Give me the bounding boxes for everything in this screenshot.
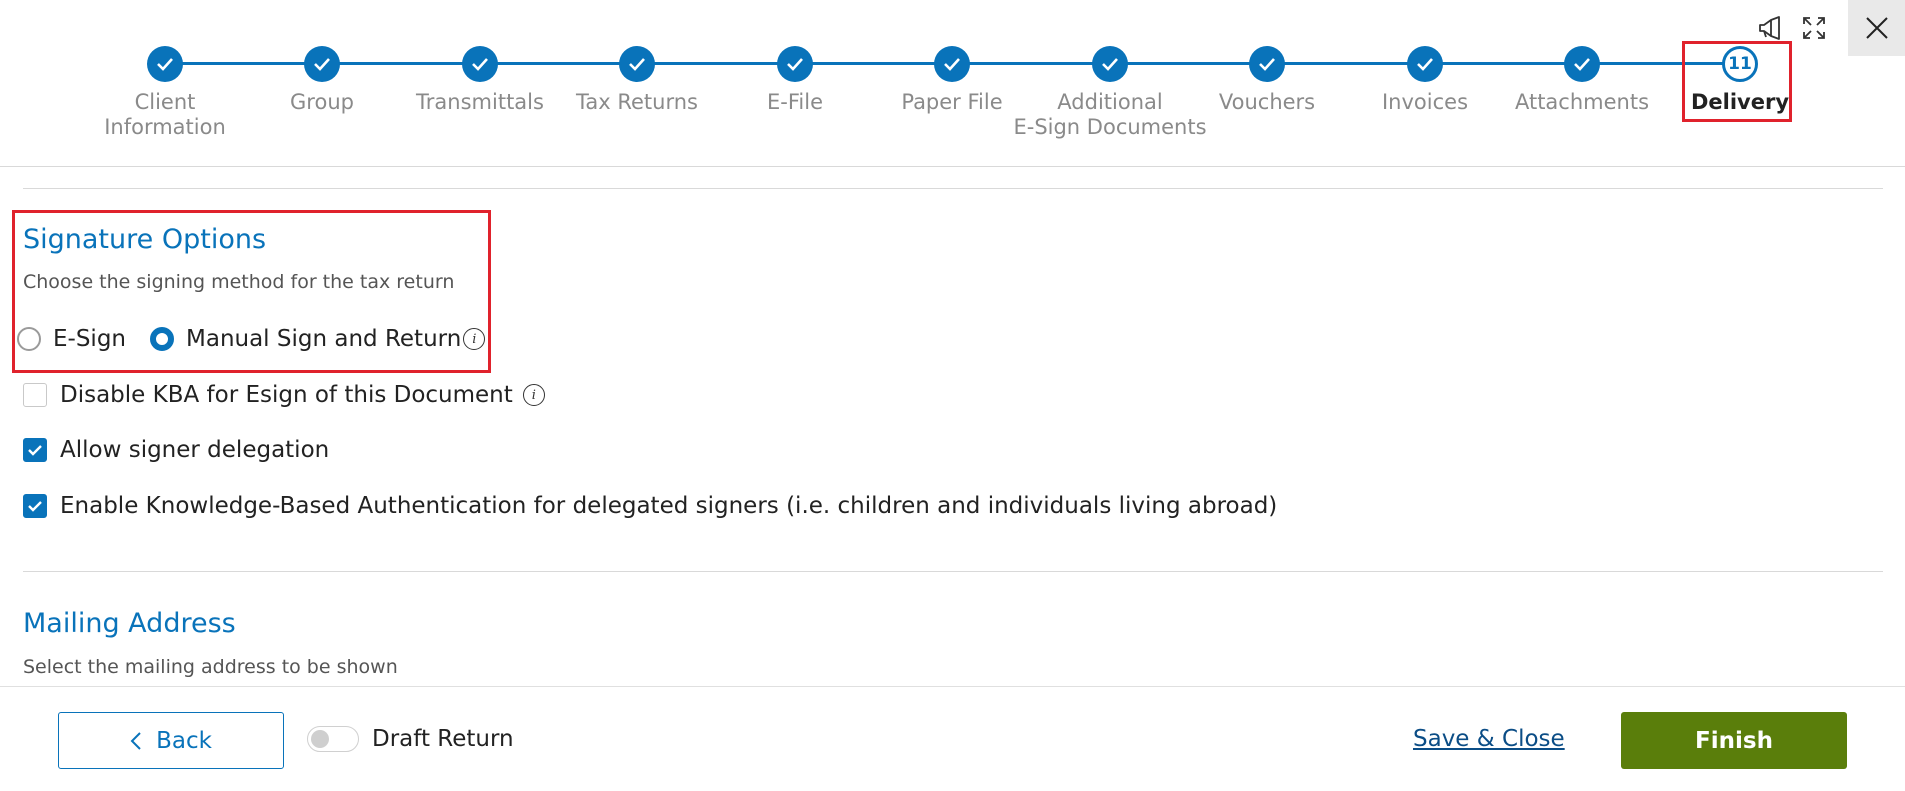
section-divider	[23, 571, 1883, 572]
info-icon[interactable]: i	[463, 328, 486, 350]
footer-bar	[0, 687, 1905, 791]
signing-method-radio-group: E-Sign Manual Sign and Return i	[17, 326, 486, 352]
megaphone-icon[interactable]	[1756, 14, 1784, 42]
checkmark-icon	[28, 501, 42, 512]
signer-delegation-row: Allow signer delegation	[23, 437, 329, 463]
disable-kba-row: Disable KBA for Esign of this Document i	[23, 382, 545, 408]
chevron-left-icon	[130, 731, 141, 750]
delegated-kba-checkbox[interactable]	[23, 494, 47, 518]
disable-kba-label: Disable KBA for Esign of this Document	[60, 382, 513, 408]
checkmark-icon	[28, 445, 42, 456]
signer-delegation-label: Allow signer delegation	[60, 437, 330, 463]
check-icon	[1092, 46, 1128, 82]
info-icon[interactable]: i	[522, 384, 545, 406]
wizard-stepper: Client Information Group Transmittals Tax…	[0, 44, 1905, 144]
step-number-badge: 11	[1722, 46, 1758, 82]
esign-radio[interactable]	[17, 327, 41, 351]
delegated-kba-row: Enable Knowledge-Based Authentication fo…	[23, 493, 1277, 519]
draft-return-label: Draft Return	[372, 726, 514, 752]
back-button-label: Back	[156, 727, 212, 754]
save-close-link[interactable]: Save & Close	[1413, 726, 1565, 752]
header-divider	[0, 166, 1905, 167]
delivery-page: Client Information Group Transmittals Tax…	[0, 0, 1905, 791]
expand-icon[interactable]	[1800, 14, 1828, 42]
check-icon	[147, 46, 183, 82]
check-icon	[1407, 46, 1443, 82]
draft-return-toggle[interactable]	[307, 726, 359, 752]
draft-return-toggle-group: Draft Return	[307, 726, 514, 752]
header-tools	[1756, 14, 1828, 42]
check-icon	[619, 46, 655, 82]
check-icon	[462, 46, 498, 82]
mailing-address-title: Mailing Address	[23, 608, 236, 639]
section-divider	[23, 188, 1883, 189]
esign-radio-label: E-Sign	[53, 326, 126, 352]
signer-delegation-checkbox[interactable]	[23, 438, 47, 462]
check-icon	[304, 46, 340, 82]
check-icon	[1564, 46, 1600, 82]
disable-kba-checkbox[interactable]	[23, 383, 47, 407]
finish-button[interactable]: Finish	[1621, 712, 1847, 769]
toggle-knob	[311, 730, 329, 748]
check-icon	[1249, 46, 1285, 82]
manual-sign-radio[interactable]	[150, 327, 174, 351]
check-icon	[777, 46, 813, 82]
delegated-kba-label: Enable Knowledge-Based Authentication fo…	[60, 493, 1278, 519]
back-button[interactable]: Back	[58, 712, 284, 769]
manual-sign-radio-label: Manual Sign and Return	[186, 326, 462, 352]
mailing-address-subtitle: Select the mailing address to be shown	[23, 656, 398, 678]
check-icon	[934, 46, 970, 82]
close-icon	[1865, 17, 1888, 39]
